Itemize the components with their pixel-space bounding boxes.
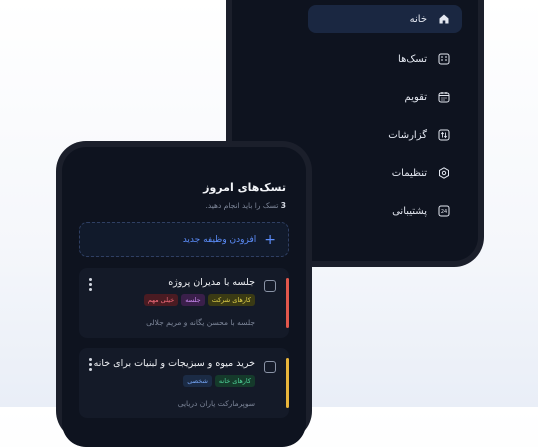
task-card[interactable]: جلسه با مدیران پروژه کارهای شرکت جلسه خی… <box>79 268 289 338</box>
task-tags: کارهای شرکت جلسه خیلی مهم <box>143 294 255 306</box>
more-options-icon[interactable] <box>89 278 92 291</box>
task-card[interactable]: خرید میوه و سبزیجات و لبنیات برای خانه ک… <box>79 348 289 418</box>
menu-item-settings[interactable]: تنظیمات <box>308 159 462 187</box>
task-description: جلسه با محسن یگانه و مریم جلالی <box>146 318 255 327</box>
task-list-icon <box>437 53 450 66</box>
add-task-label: افزودن وظیفه جدید <box>182 234 257 245</box>
support-badge: 24 <box>440 209 446 215</box>
task-checkbox[interactable] <box>264 361 276 373</box>
priority-bar <box>286 278 289 328</box>
tag: خیلی مهم <box>143 294 179 306</box>
task-title: جلسه با مدیران پروژه <box>168 277 255 288</box>
menu-item-home[interactable]: خانه <box>308 5 462 33</box>
home-icon <box>437 13 450 26</box>
tag: شخصی <box>183 375 212 387</box>
task-tags: کارهای خانه شخصی <box>183 375 255 387</box>
page-subtitle: 3 تسک را باید انجام دهید. <box>205 201 286 210</box>
task-count: 3 <box>280 201 286 210</box>
tag: جلسه <box>181 294 205 306</box>
menu-label-settings: تنظیمات <box>391 167 427 179</box>
tasks-screen: تسک‌های امروز 3 تسک را باید انجام دهید. … <box>62 147 306 447</box>
menu-label-support: پشتیبانی <box>392 205 427 217</box>
task-title: خرید میوه و سبزیجات و لبنیات برای خانه <box>93 358 255 369</box>
plus-icon: + <box>264 231 276 248</box>
more-options-icon[interactable] <box>89 358 92 371</box>
page-subtitle-text: تسک را باید انجام دهید. <box>205 201 281 210</box>
menu-label-reports: گزارشات <box>388 129 427 141</box>
tag: کارهای خانه <box>214 375 255 387</box>
add-task-button[interactable]: + افزودن وظیفه جدید <box>79 222 289 257</box>
tasks-phone: تسک‌های امروز 3 تسک را باید انجام دهید. … <box>56 141 312 447</box>
settings-icon <box>437 167 450 180</box>
menu-label-calendar: تقویم <box>404 91 427 103</box>
tag: کارهای شرکت <box>207 294 255 306</box>
menu-item-reports[interactable]: گزارشات <box>308 121 462 149</box>
task-checkbox[interactable] <box>264 280 276 292</box>
report-icon <box>437 129 450 142</box>
priority-bar <box>286 358 289 408</box>
page-title: تسک‌های امروز <box>203 181 286 194</box>
support-24-icon: 24 <box>437 205 450 218</box>
menu-label-tasks: تسک‌ها <box>398 53 427 65</box>
calendar-icon <box>437 91 450 104</box>
menu-item-calendar[interactable]: تقویم <box>308 83 462 111</box>
menu-label-home: خانه <box>409 13 427 25</box>
menu-item-tasks[interactable]: تسک‌ها <box>308 45 462 73</box>
menu-item-support[interactable]: 24 پشتیبانی <box>308 197 462 225</box>
